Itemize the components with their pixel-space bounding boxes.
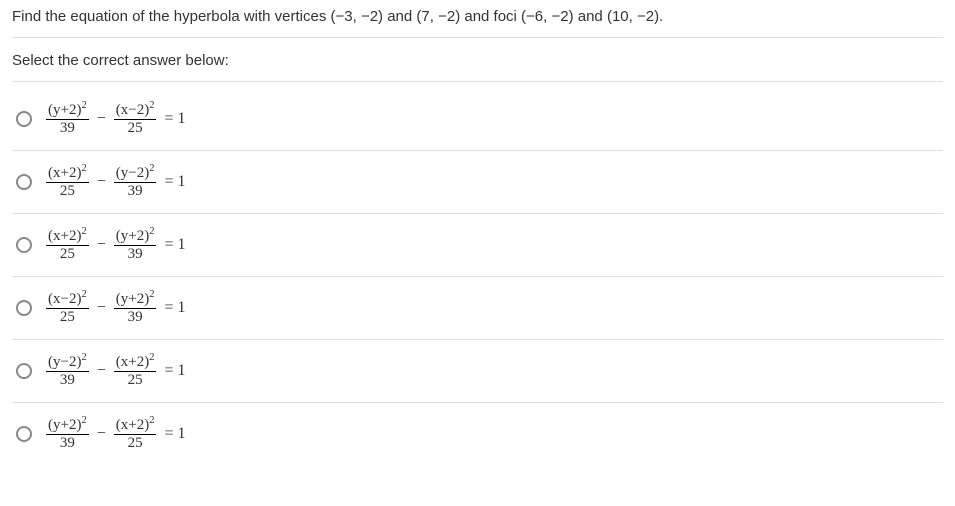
option-6-equation: (y+2)2 39 − (x+2)2 25 = 1	[46, 417, 187, 451]
option-5[interactable]: (y−2)2 39 − (x+2)2 25 = 1	[12, 340, 943, 403]
radio-icon	[16, 363, 32, 379]
option-5-equation: (y−2)2 39 − (x+2)2 25 = 1	[46, 354, 187, 388]
radio-icon	[16, 174, 32, 190]
radio-icon	[16, 300, 32, 316]
radio-icon	[16, 111, 32, 127]
radio-icon	[16, 426, 32, 442]
answer-prompt: Select the correct answer below:	[12, 52, 943, 82]
question-text: Find the equation of the hyperbola with …	[12, 8, 943, 38]
option-2-equation: (x+2)2 25 − (y−2)2 39 = 1	[46, 165, 187, 199]
option-4-equation: (x−2)2 25 − (y+2)2 39 = 1	[46, 291, 187, 325]
options-list: (y+2)2 39 − (x−2)2 25 = 1 (x+2)2 25 − (y…	[12, 88, 943, 465]
option-3-equation: (x+2)2 25 − (y+2)2 39 = 1	[46, 228, 187, 262]
option-1-equation: (y+2)2 39 − (x−2)2 25 = 1	[46, 102, 187, 136]
option-4[interactable]: (x−2)2 25 − (y+2)2 39 = 1	[12, 277, 943, 340]
radio-icon	[16, 237, 32, 253]
option-6[interactable]: (y+2)2 39 − (x+2)2 25 = 1	[12, 403, 943, 465]
option-1[interactable]: (y+2)2 39 − (x−2)2 25 = 1	[12, 88, 943, 151]
option-3[interactable]: (x+2)2 25 − (y+2)2 39 = 1	[12, 214, 943, 277]
option-2[interactable]: (x+2)2 25 − (y−2)2 39 = 1	[12, 151, 943, 214]
